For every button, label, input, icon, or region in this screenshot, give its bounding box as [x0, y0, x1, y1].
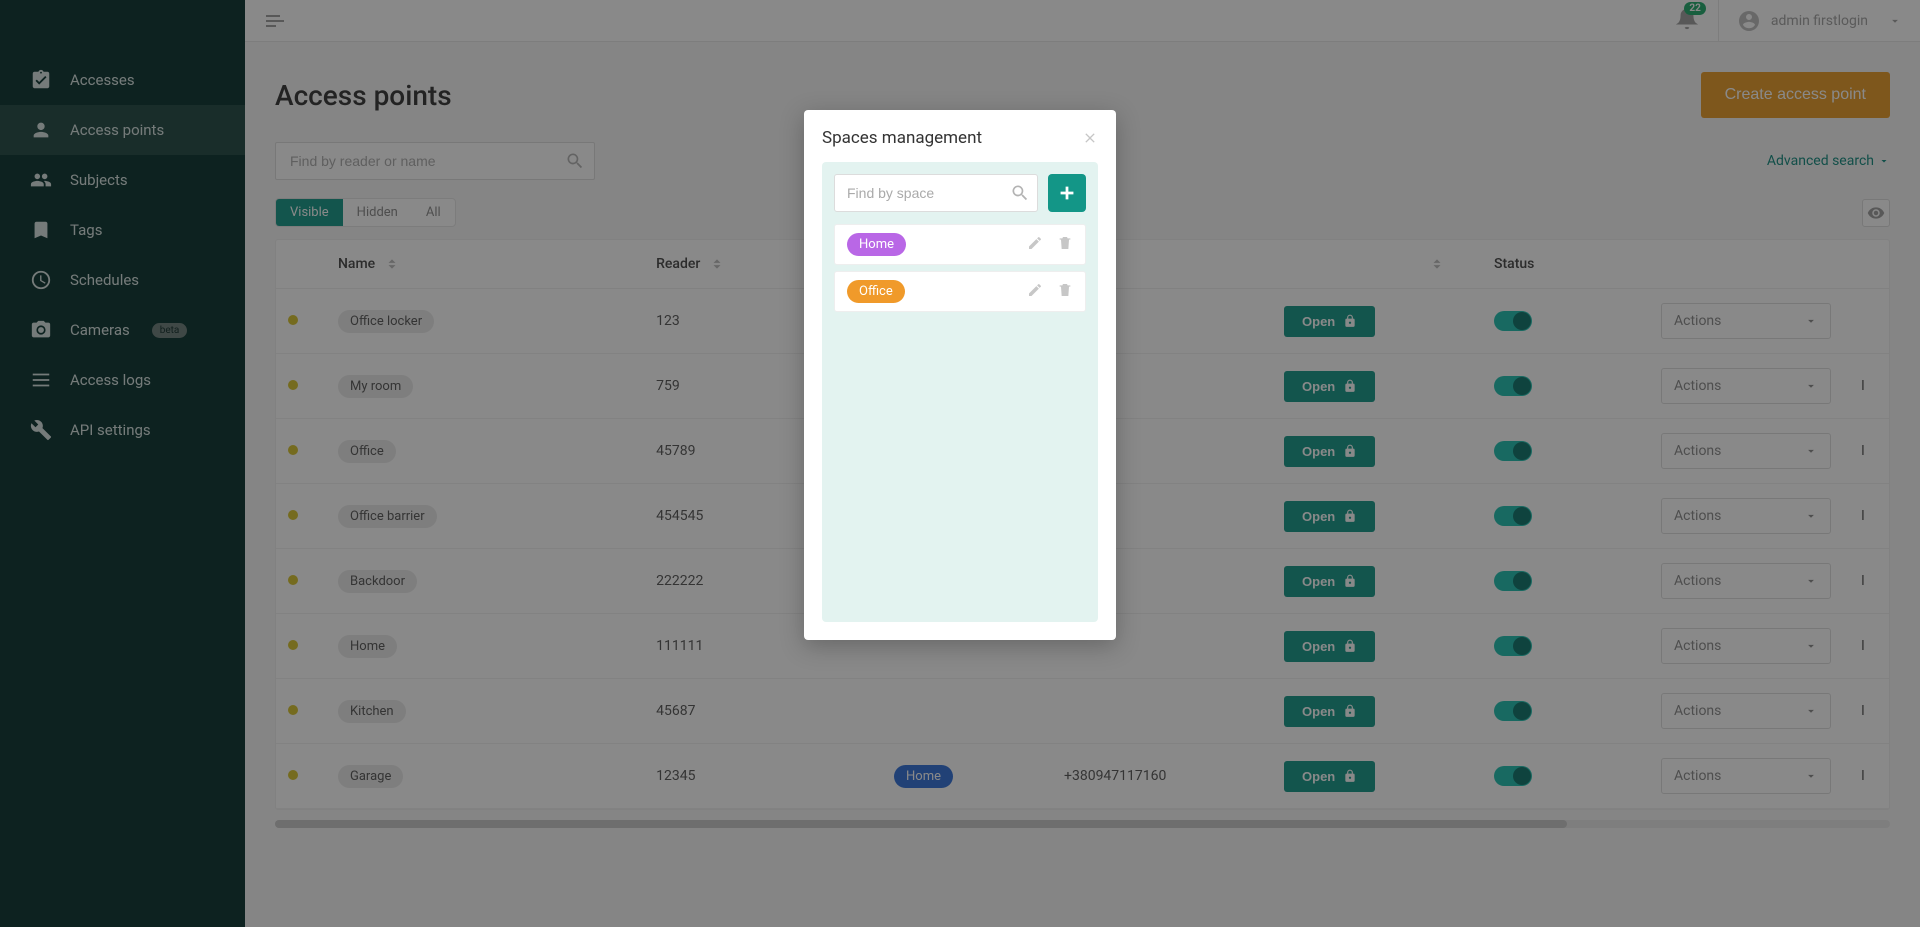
modal-title: Spaces management	[822, 128, 982, 148]
close-icon[interactable]	[1082, 130, 1098, 146]
delete-space-button[interactable]	[1057, 235, 1073, 255]
delete-space-button[interactable]	[1057, 282, 1073, 302]
modal-overlay: Spaces management Home Office	[0, 0, 1920, 927]
space-row: Office	[834, 271, 1086, 312]
edit-space-button[interactable]	[1027, 282, 1043, 302]
space-pill: Home	[847, 233, 906, 256]
space-row: Home	[834, 224, 1086, 265]
spaces-management-modal: Spaces management Home Office	[804, 110, 1116, 640]
add-space-button[interactable]	[1048, 174, 1086, 212]
edit-space-button[interactable]	[1027, 235, 1043, 255]
plus-icon	[1056, 182, 1078, 204]
space-pill: Office	[847, 280, 905, 303]
space-search-input[interactable]	[834, 174, 1038, 212]
search-icon	[1010, 183, 1030, 203]
